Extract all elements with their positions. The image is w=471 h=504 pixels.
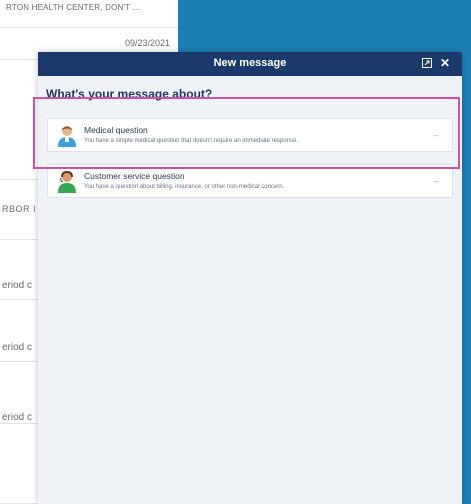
- option-description: You have a question about billing, insur…: [84, 184, 285, 190]
- arrow-right-icon: →: [431, 129, 440, 139]
- option-medical-question[interactable]: Medical question You have a simple medic…: [47, 118, 453, 152]
- list-item-sender: RTON HEALTH CENTER, DON'T ...: [6, 3, 140, 12]
- doctor-avatar-icon: [57, 125, 77, 147]
- list-item-text: RBOR I: [2, 204, 37, 214]
- list-item-date: 09/23/2021: [124, 38, 170, 48]
- list-item-text: eriod c: [2, 412, 33, 423]
- customer-service-avatar-icon: [57, 171, 77, 193]
- dialog-header: New message ✕: [38, 52, 462, 76]
- list-item-text: eriod c: [2, 342, 33, 353]
- new-message-dialog: New message ✕ What's your message about?…: [38, 52, 462, 504]
- arrow-right-icon: →: [431, 175, 440, 185]
- option-title: Medical question: [84, 125, 148, 135]
- expand-icon[interactable]: [419, 55, 435, 71]
- list-item[interactable]: RTON HEALTH CENTER, DON'T ...: [0, 0, 178, 28]
- option-description: You have a simple medical question that …: [84, 138, 299, 144]
- dialog-question: What's your message about?: [46, 87, 213, 101]
- option-title: Customer service question: [84, 171, 185, 181]
- close-icon[interactable]: ✕: [437, 55, 453, 71]
- dialog-title: New message: [213, 57, 287, 69]
- option-customer-service-question[interactable]: Customer service question You have a que…: [47, 164, 453, 198]
- list-item-text: eriod c: [2, 280, 33, 291]
